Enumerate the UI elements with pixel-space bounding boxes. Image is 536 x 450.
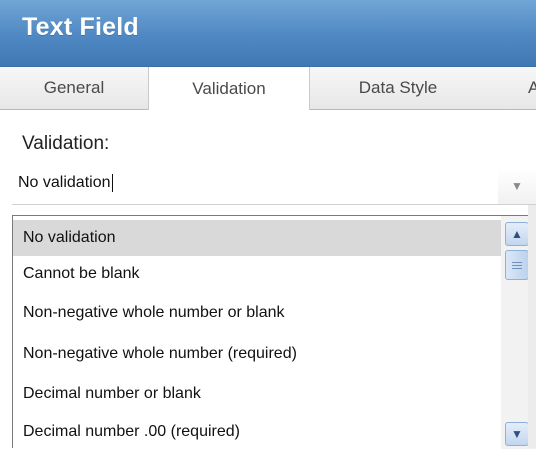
grip-line xyxy=(512,267,522,269)
tab-general[interactable]: General xyxy=(0,67,149,109)
validation-option[interactable]: Decimal number or blank xyxy=(13,376,501,412)
dialog-title: Text Field xyxy=(22,13,139,41)
validation-option[interactable]: Non-negative whole number or blank xyxy=(13,295,501,331)
grip-line xyxy=(512,264,522,266)
validation-dropdown-list: No validation Cannot be blank Non-negati… xyxy=(12,215,536,450)
tab-data-style[interactable]: Data Style xyxy=(308,67,489,109)
validation-option[interactable]: Non-negative whole number (required) xyxy=(13,336,501,372)
scrollbar-thumb[interactable] xyxy=(505,250,529,280)
tab-bar: General Validation Data Style A xyxy=(0,67,536,110)
grip-line xyxy=(512,261,522,263)
validation-option[interactable]: No validation xyxy=(13,220,501,256)
chevron-down-icon[interactable]: ▼ xyxy=(498,168,536,204)
panel-edge xyxy=(528,205,536,448)
validation-option[interactable]: Decimal number .00 (required) xyxy=(13,414,501,450)
validation-label: Validation: xyxy=(22,133,110,154)
validation-select[interactable]: No validation ▼ xyxy=(12,168,536,205)
dialog-title-bar: Text Field xyxy=(0,0,536,67)
arrow-down-icon[interactable]: ▼ xyxy=(505,422,529,446)
validation-select-value[interactable]: No validation xyxy=(18,174,113,192)
arrow-up-icon[interactable]: ▲ xyxy=(505,222,529,246)
tab-partial[interactable]: A xyxy=(488,67,536,109)
validation-option[interactable]: Cannot be blank xyxy=(13,256,501,292)
tab-validation[interactable]: Validation xyxy=(148,67,310,110)
